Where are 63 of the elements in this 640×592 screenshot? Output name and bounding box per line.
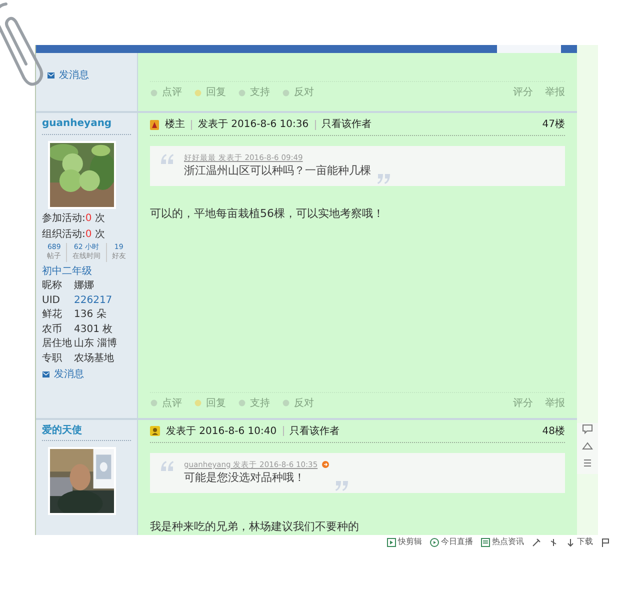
floor-number: 47楼 (542, 119, 566, 130)
toolbar-button[interactable]: 下载 (566, 536, 593, 548)
envelope-icon (47, 72, 55, 80)
close-quote-icon (334, 480, 349, 492)
quote-text: 可能是您没选对品种哦！ (184, 470, 306, 486)
profile-value: 4301 枚 (74, 322, 113, 336)
activity-count: 参加活动:0 次 (42, 212, 106, 226)
download-icon (566, 538, 575, 546)
post-time: 发表于 2016-8-6 10:40 (166, 424, 277, 439)
action-link[interactable]: 回复 (194, 396, 226, 411)
post-time: 发表于 2016-8-6 10:36 (198, 118, 309, 132)
profile-value: 农场基地 (74, 352, 114, 366)
activity-count: 组织活动:0 次 (42, 228, 106, 242)
play-icon (387, 538, 396, 546)
action-link[interactable]: 支持 (238, 85, 270, 100)
profile-value: 山东 淄博 (74, 337, 118, 351)
envelope-icon (42, 371, 50, 378)
action-link[interactable]: 反对 (282, 85, 314, 100)
only-author-link[interactable]: 只看该作者 (322, 117, 372, 132)
close-quote-icon (377, 172, 391, 186)
live-icon (430, 538, 439, 546)
side-tool-button[interactable] (577, 423, 598, 440)
action-link[interactable]: 举报 (545, 396, 566, 411)
action-link[interactable]: 评分 (513, 396, 534, 411)
floor-number: 48楼 (542, 426, 566, 437)
profile-label: UID (42, 294, 61, 308)
profile-label: 专职 (42, 352, 63, 366)
user-rank[interactable]: 初中二年级 (42, 264, 131, 278)
profile-value: 娜娜 (74, 279, 94, 293)
post-text: 我是种来吃的兄弟，林场建议我们不要种的 (150, 518, 360, 534)
action-link[interactable]: 评分 (513, 85, 534, 100)
news-icon (481, 538, 490, 546)
username[interactable]: 爱的天使 (42, 420, 131, 442)
profile-value: 136 朵 (74, 308, 106, 322)
open-quote-icon (160, 458, 174, 472)
action-link[interactable]: 反对 (282, 396, 314, 411)
send-message-link[interactable]: 发消息 (42, 368, 131, 382)
profile-label: 农币 (42, 322, 63, 336)
side-tool-button[interactable] (577, 457, 598, 474)
send-message-link[interactable]: 发消息 (47, 69, 89, 82)
toolbar-button[interactable]: 今日直播 (430, 536, 473, 548)
action-link[interactable]: 举报 (545, 85, 566, 100)
profile-label: 昵称 (42, 279, 63, 293)
toolbar-button[interactable]: 快剪辑 (387, 536, 422, 548)
action-link[interactable]: 点评 (150, 396, 182, 411)
profile-label: 居住地 (42, 337, 73, 351)
profile-label: 鲜花 (42, 308, 63, 322)
profile-value[interactable]: 226217 (74, 294, 112, 308)
open-quote-icon (160, 152, 174, 166)
action-link[interactable]: 点评 (150, 85, 182, 100)
toolbar-button[interactable]: 热点资讯 (481, 536, 524, 548)
jump-icon (322, 460, 329, 468)
action-link[interactable]: 回复 (194, 85, 226, 100)
username[interactable]: guanheyang (42, 113, 131, 135)
only-author-link[interactable]: 只看该作者 (290, 424, 340, 439)
up-icon (581, 440, 594, 452)
action-link[interactable]: 支持 (238, 396, 270, 411)
quote-text: 浙江温州山区可以种吗？一亩能种几棵 (184, 163, 371, 180)
user-badge-icon (150, 426, 160, 436)
owner-label: 楼主 (165, 118, 185, 132)
post-text: 可以的，平地每亩栽植56棵，可以实地考察哦！ (150, 206, 385, 222)
comment-icon (581, 423, 594, 435)
owner-badge-icon (150, 120, 159, 130)
